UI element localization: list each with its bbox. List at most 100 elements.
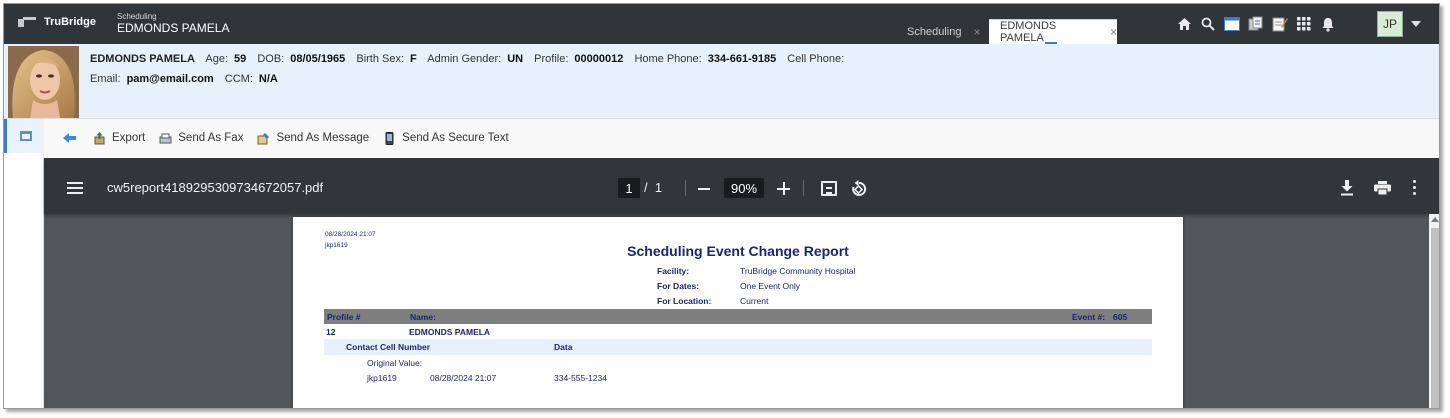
send-as-message-label: Send As Message bbox=[276, 132, 370, 144]
birth-sex-label: Birth Sex: bbox=[356, 53, 405, 65]
change-value: 334-555-1234 bbox=[554, 373, 607, 383]
export-label: Export bbox=[112, 132, 146, 144]
user-avatar[interactable]: JP bbox=[1377, 11, 1403, 37]
left-nav bbox=[4, 119, 44, 408]
original-value-label: Original Value: bbox=[367, 358, 423, 368]
tab-patient[interactable]: EDMONDS PAMELA × bbox=[989, 19, 1117, 44]
download-icon[interactable] bbox=[1340, 180, 1354, 196]
home-phone-label: Home Phone: bbox=[634, 53, 702, 65]
window-icon bbox=[19, 131, 32, 141]
profile-value: 00000012 bbox=[574, 53, 624, 65]
change-user: jkp1619 bbox=[367, 373, 397, 383]
nav-item-documents[interactable] bbox=[4, 119, 44, 153]
patient-info-line2: Email: pam@email.com CCM: N/A bbox=[90, 69, 858, 89]
event-number: 605 bbox=[1113, 312, 1128, 322]
email-label: Email: bbox=[90, 73, 121, 85]
documents-icon[interactable] bbox=[1244, 14, 1268, 34]
dob-label: DOB: bbox=[257, 53, 285, 65]
change-header-band: Contact Cell Number Data bbox=[324, 339, 1152, 355]
zoom-input[interactable]: 90% bbox=[724, 178, 764, 198]
page-separator: / bbox=[644, 180, 648, 195]
tab-scheduling[interactable]: Scheduling × bbox=[899, 19, 994, 44]
send-as-fax-button[interactable]: Send As Fax bbox=[159, 132, 243, 145]
zoom-out-icon[interactable] bbox=[698, 188, 710, 190]
change-type: Data bbox=[554, 342, 573, 352]
context-patient: EDMONDS PAMELA bbox=[117, 21, 230, 35]
brand-name: TruBridge bbox=[44, 16, 96, 28]
report-title: Scheduling Event Change Report bbox=[627, 243, 849, 259]
patient-banner: EDMONDS PAMELA Age: 59 DOB: 08/05/1965 Bir… bbox=[4, 44, 1439, 119]
profile-header: Profile # bbox=[327, 312, 361, 322]
report-patient-name: EDMONDS PAMELA bbox=[409, 327, 491, 337]
report-header-bar: Profile # Name: Event #: 605 bbox=[324, 309, 1152, 324]
age-label: Age: bbox=[205, 53, 229, 65]
context-header: Scheduling EDMONDS PAMELA bbox=[117, 12, 229, 35]
birth-sex-value: F bbox=[410, 53, 417, 65]
vertical-scrollbar[interactable] bbox=[1429, 214, 1439, 408]
export-button[interactable]: Export bbox=[93, 131, 146, 145]
report-meta-dates: For Dates: One Event Only bbox=[657, 281, 800, 291]
close-icon[interactable]: × bbox=[973, 25, 980, 39]
event-header: Event #: bbox=[1072, 312, 1106, 322]
admin-gender-value: UN bbox=[507, 53, 524, 65]
search-icon[interactable] bbox=[1196, 14, 1220, 34]
dob-value: 08/05/1965 bbox=[290, 53, 346, 65]
report-meta-facility: Facility: TruBridge Community Hospital bbox=[657, 266, 855, 276]
ccm-value: N/A bbox=[258, 73, 278, 85]
total-pages: 1 bbox=[654, 180, 663, 195]
fit-to-page-icon[interactable] bbox=[821, 181, 837, 196]
profile-label: Profile: bbox=[534, 53, 569, 65]
rotate-icon[interactable] bbox=[850, 180, 867, 197]
home-phone-value: 334-661-9185 bbox=[707, 53, 777, 65]
top-bar: TruBridge Scheduling EDMONDS PAMELA Sche… bbox=[4, 4, 1439, 44]
send-as-message-button[interactable]: Send As Message bbox=[257, 132, 369, 145]
menu-icon[interactable] bbox=[67, 182, 83, 194]
dates-label: For Dates: bbox=[657, 281, 700, 291]
patient-photo[interactable] bbox=[8, 46, 79, 118]
back-arrow-icon[interactable] bbox=[63, 132, 79, 144]
tab-label: Scheduling bbox=[907, 25, 962, 38]
chevron-down-icon[interactable] bbox=[1411, 21, 1421, 27]
notes-icon[interactable] bbox=[1268, 14, 1292, 34]
patient-name: EDMONDS PAMELA bbox=[90, 53, 195, 65]
send-as-secure-text-button[interactable]: Send As Secure Text bbox=[383, 131, 509, 145]
report-profile-number: 12 bbox=[326, 327, 336, 337]
admin-gender-label: Admin Gender: bbox=[427, 53, 502, 65]
close-icon[interactable]: × bbox=[1110, 25, 1117, 39]
toolbar-icons bbox=[1172, 14, 1340, 34]
change-field: Contact Cell Number bbox=[346, 342, 431, 352]
fax-icon bbox=[159, 133, 172, 143]
page-number-input[interactable]: 1 bbox=[618, 178, 640, 198]
tab-label: EDMONDS PAMELA bbox=[1000, 20, 1057, 44]
bell-icon[interactable] bbox=[1316, 14, 1340, 34]
email-value: pam@email.com bbox=[126, 73, 214, 85]
home-icon[interactable] bbox=[1172, 14, 1196, 34]
facility-value: TruBridge Community Hospital bbox=[740, 266, 856, 276]
pdf-page: 08/28/2024 21:07 jkp1619 Scheduling Even… bbox=[293, 217, 1183, 408]
report-meta-location: For Location: Current bbox=[657, 296, 768, 306]
toolbar-divider bbox=[803, 180, 804, 196]
apps-grid-icon[interactable] bbox=[1292, 14, 1316, 34]
scroll-up-arrow-icon[interactable] bbox=[1431, 217, 1439, 222]
send-as-secure-text-label: Send As Secure Text bbox=[402, 132, 509, 144]
dates-value: One Event Only bbox=[740, 281, 801, 291]
page-count: / 1 bbox=[644, 180, 662, 195]
brand-logo[interactable]: TruBridge bbox=[18, 16, 96, 28]
pdf-filename: cw5report4189295309734672057.pdf bbox=[107, 180, 324, 195]
app-window: TruBridge Scheduling EDMONDS PAMELA Sche… bbox=[3, 3, 1440, 409]
action-toolbar: Export Send As Fax Send As Message Send … bbox=[44, 119, 1439, 157]
pdf-viewer: cw5report4189295309734672057.pdf 1 / 1 9… bbox=[44, 158, 1439, 408]
print-icon[interactable] bbox=[1374, 181, 1391, 195]
location-label: For Location: bbox=[657, 296, 712, 306]
window-icon[interactable] bbox=[1220, 14, 1244, 34]
message-icon bbox=[257, 132, 270, 144]
zoom-in-icon[interactable] bbox=[777, 182, 791, 196]
context-module: Scheduling bbox=[117, 12, 157, 21]
more-options-icon[interactable] bbox=[1413, 180, 1417, 196]
scrollbar-thumb[interactable] bbox=[1431, 228, 1439, 408]
age-value: 59 bbox=[234, 53, 247, 65]
facility-label: Facility: bbox=[657, 266, 690, 276]
patient-info-line1: EDMONDS PAMELA Age: 59 DOB: 08/05/1965 Bir… bbox=[90, 49, 858, 69]
trubridge-logo-icon bbox=[18, 16, 36, 28]
toolbar-divider bbox=[685, 180, 686, 196]
